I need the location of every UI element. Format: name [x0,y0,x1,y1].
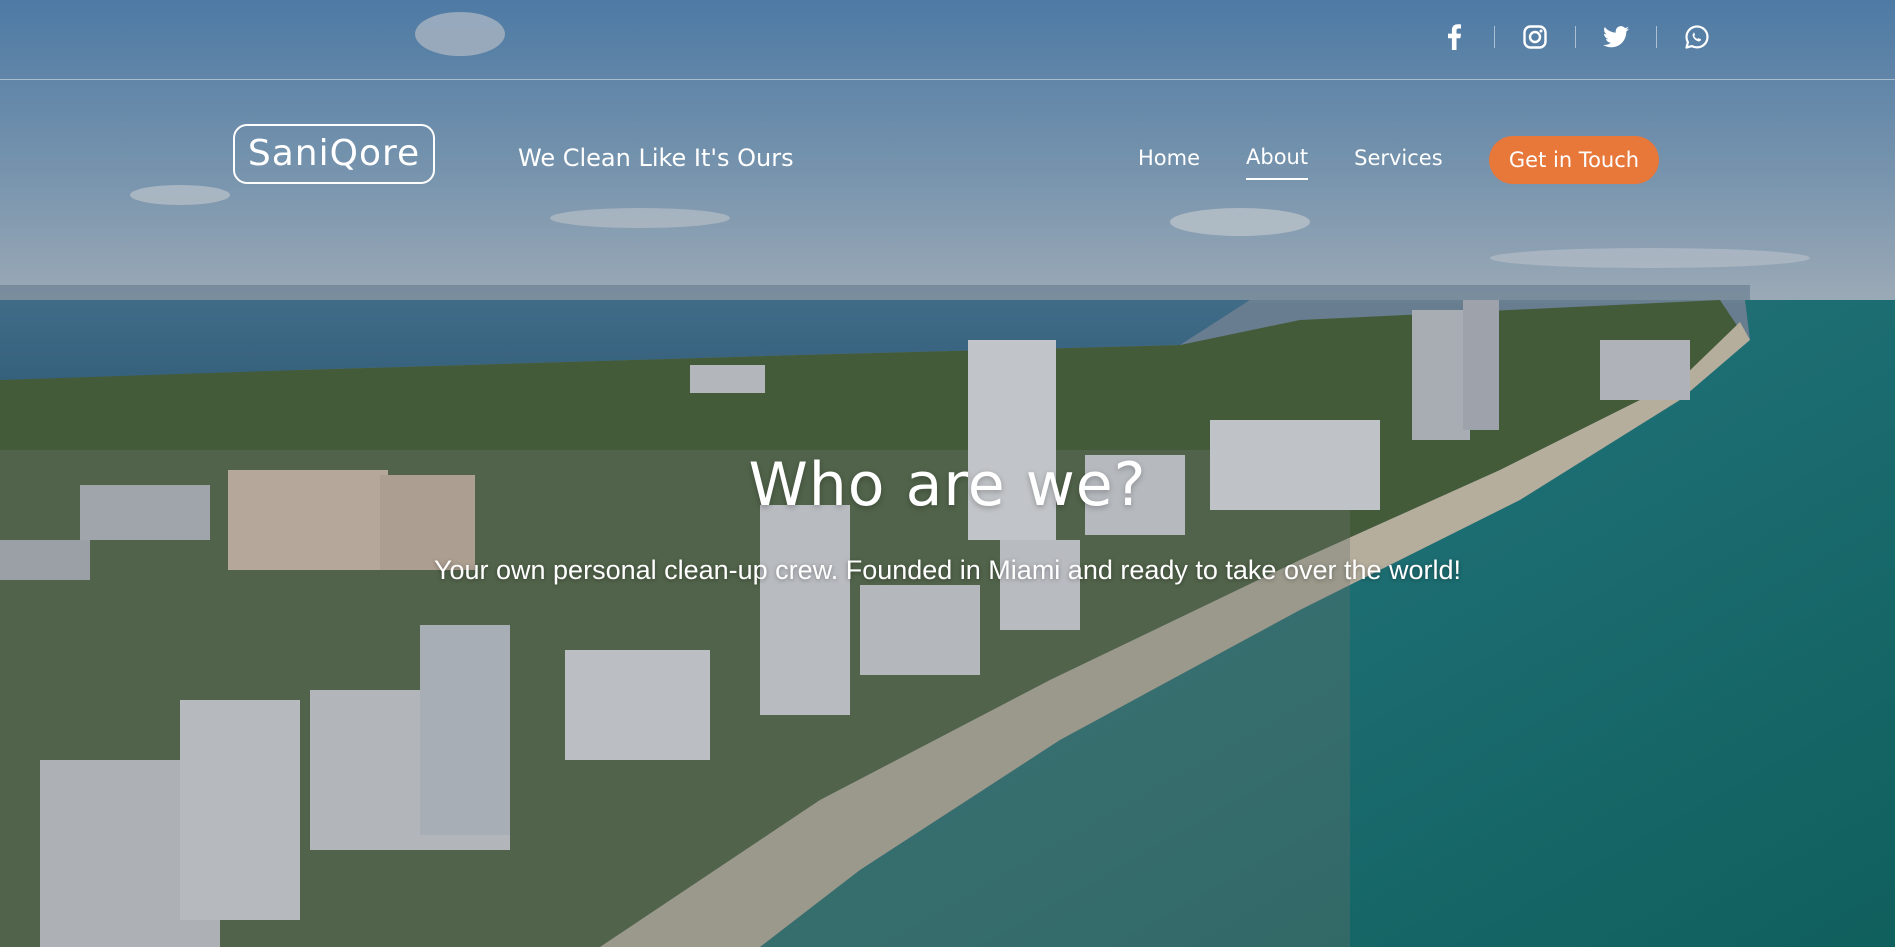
nav-item-services[interactable]: Services [1354,146,1443,179]
brand-logo[interactable]: SaniQore [233,124,435,184]
hero-subtitle: Your own personal clean-up crew. Founded… [433,555,1462,585]
social-separator [1494,26,1495,48]
instagram-icon [1523,25,1547,49]
social-links [1440,23,1711,51]
nav-links: Home About Services [1138,145,1489,180]
facebook-link[interactable] [1440,23,1468,51]
whatsapp-link[interactable] [1683,23,1711,51]
social-separator [1656,26,1657,48]
brand-tagline: We Clean Like It's Ours [518,144,794,172]
hero-section: SaniQore We Clean Like It's Ours Home Ab… [0,0,1895,947]
get-in-touch-button[interactable]: Get in Touch [1489,136,1659,184]
facebook-icon [1448,24,1461,50]
twitter-icon [1603,26,1629,48]
instagram-link[interactable] [1521,23,1549,51]
whatsapp-icon [1685,25,1709,49]
nav-item-about[interactable]: About [1246,145,1309,180]
social-separator [1575,26,1576,48]
hero-title: Who are we? [748,450,1147,520]
nav-item-home[interactable]: Home [1138,146,1200,179]
social-topbar [0,0,1895,80]
main-navbar: SaniQore We Clean Like It's Ours Home Ab… [0,80,1895,240]
twitter-link[interactable] [1602,23,1630,51]
